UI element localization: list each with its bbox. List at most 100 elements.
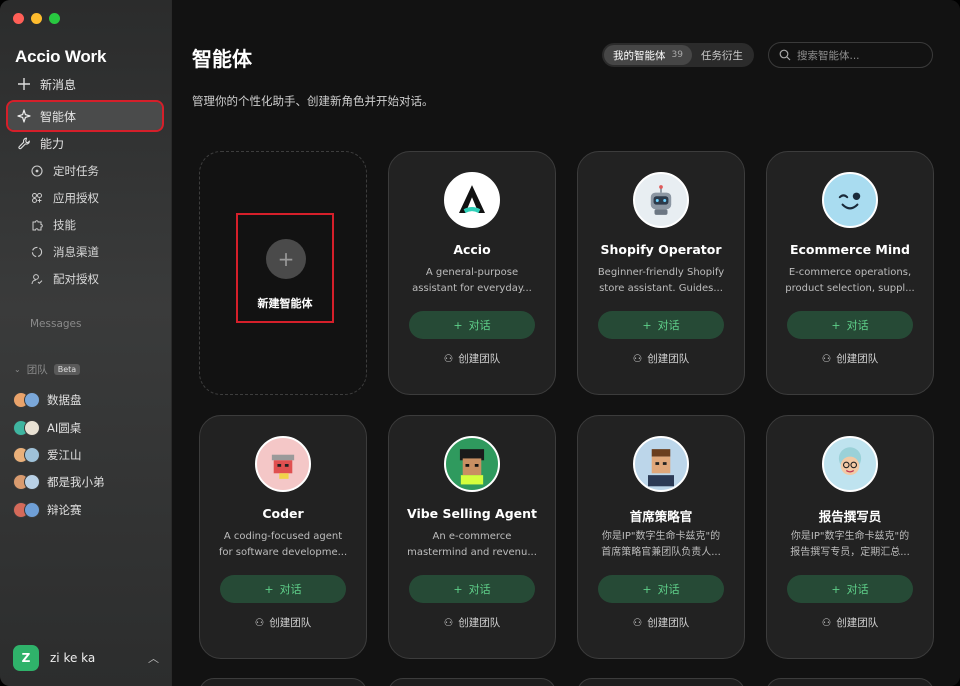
chat-label: 对话 [468, 319, 491, 332]
team-avatar [13, 502, 41, 518]
team-item[interactable]: 数据盘 [13, 389, 82, 411]
agent-name: Shopify Operator [600, 242, 722, 257]
new-agent-label: 新建智能体 [257, 297, 313, 310]
agent-card[interactable]: 首席策略官 你是IP"数字生命卡兹克"的 首席策略官兼团队负责人... + 对话 ⚇… [577, 415, 745, 659]
agent-description: A coding-focused agent for software devel… [218, 531, 348, 558]
create-team-label: 创建团队 [836, 353, 879, 365]
agent-description: E-commerce operations, product selection,… [785, 267, 915, 294]
team-section-header[interactable]: ⌄ 团队 Beta [14, 362, 81, 377]
chat-label: 对话 [657, 319, 680, 332]
create-team-button[interactable]: ⚇ 创建团队 [578, 615, 744, 630]
tab-label: 任务衍生 [700, 49, 743, 62]
team-item[interactable]: 都是我小弟 [13, 471, 105, 493]
brand-logo: Accio Work [15, 47, 107, 66]
sidebar-item-agents[interactable]: 智能体 [6, 100, 164, 132]
team-item[interactable]: 爱江山 [13, 444, 82, 466]
agent-card[interactable]: Coder A coding-focused agent for software… [199, 415, 367, 659]
nav-label: 能力 [40, 136, 65, 151]
team-label: 辩论赛 [47, 503, 82, 517]
sidebar-item-pairing[interactable]: 配对授权 [30, 267, 160, 291]
agent-card-partial[interactable] [199, 678, 367, 686]
sub-label: 定时任务 [53, 164, 99, 178]
agent-name: 报告撰写员 [818, 509, 882, 524]
coder-avatar-icon [255, 436, 311, 492]
sidebar-item-skills[interactable]: 技能 [30, 213, 160, 237]
nav-label: 新消息 [40, 77, 77, 92]
agent-card[interactable]: Ecommerce Mind E-commerce operations, pro… [766, 151, 934, 395]
sidebar-item-channels[interactable]: 消息渠道 [30, 240, 160, 264]
create-team-button[interactable]: ⚇ 创建团队 [767, 615, 933, 630]
agent-card-partial[interactable] [766, 678, 934, 686]
chat-button[interactable]: + 对话 [787, 575, 913, 603]
create-team-button[interactable]: ⚇ 创建团队 [578, 351, 744, 366]
plus-icon: + [642, 582, 652, 596]
plus-icon [16, 76, 32, 92]
user-name: zi ke ka [50, 651, 96, 665]
agent-description: 你是IP"数字生命卡兹克"的 报告撰写专员，定期汇总... [790, 531, 910, 558]
new-message-button[interactable]: 新消息 [8, 70, 162, 98]
team-label: 数据盘 [47, 393, 82, 407]
agent-card[interactable]: Shopify Operator Beginner-friendly Shopi… [577, 151, 745, 395]
maximize-window-button[interactable] [49, 13, 60, 24]
chevron-down-icon: ⌄ [14, 365, 21, 374]
tab-my-agents[interactable]: 我的智能体 39 [604, 45, 692, 65]
search-input[interactable]: 搜索智能体... [768, 42, 933, 68]
agent-card-partial[interactable] [388, 678, 556, 686]
agent-card[interactable]: 报告撰写员 你是IP"数字生命卡兹克"的 报告撰写专员，定期汇总... + 对话 ⚇… [766, 415, 934, 659]
writer-avatar-icon [822, 436, 878, 492]
chat-button[interactable]: + 对话 [598, 311, 724, 339]
agent-card-partial[interactable] [577, 678, 745, 686]
agent-name: Ecommerce Mind [789, 242, 911, 257]
messages-section-label: Messages [30, 318, 82, 330]
chat-button[interactable]: + 对话 [409, 311, 535, 339]
team-item[interactable]: 辩论赛 [13, 499, 82, 521]
sparkle-icon [16, 108, 32, 124]
window-controls [13, 13, 60, 24]
close-window-button[interactable] [13, 13, 24, 24]
team-item[interactable]: AI圆桌 [13, 417, 81, 439]
sidebar: Accio Work 新消息 智能体 能力 定时任务 应用授权 技能 消息渠道 … [0, 0, 172, 686]
agent-filter-tabs: 我的智能体 39 任务衍生 [602, 43, 754, 67]
team-avatar [13, 474, 41, 490]
sidebar-item-app-auth[interactable]: 应用授权 [30, 186, 160, 210]
plus-icon: + [831, 318, 841, 332]
user-icon: ⚇ [443, 616, 454, 629]
team-label: 都是我小弟 [47, 475, 105, 489]
team-label: AI圆桌 [47, 421, 82, 435]
create-team-button[interactable]: ⚇ 创建团队 [389, 351, 555, 366]
create-team-button[interactable]: ⚇ 创建团队 [767, 351, 933, 366]
main-content: 智能体 管理你的个性化助手、创建新角色并开始对话。 我的智能体 39 任务衍生 … [172, 0, 960, 686]
page-title: 智能体 [192, 47, 252, 71]
user-check-icon [30, 272, 44, 286]
new-agent-button[interactable]: + 新建智能体 [236, 213, 334, 323]
create-team-label: 创建团队 [269, 617, 312, 629]
user-icon: ⚇ [443, 352, 454, 365]
chat-label: 对话 [846, 319, 869, 332]
user-menu[interactable]: Z zi ke ka ︿ [13, 644, 159, 672]
avatar: Z [13, 645, 39, 671]
count-badge: 39 [671, 50, 683, 60]
sub-label: 应用授权 [53, 191, 99, 205]
team-avatar [13, 392, 41, 408]
user-icon: ⚇ [632, 352, 643, 365]
sidebar-item-abilities[interactable]: 能力 [8, 129, 162, 157]
agent-card[interactable]: Vibe Selling Agent An e-commerce mastermi… [388, 415, 556, 659]
tab-derived[interactable]: 任务衍生 [692, 45, 752, 65]
new-agent-card: + 新建智能体 [199, 151, 367, 395]
team-label: 爱江山 [47, 448, 82, 462]
create-team-label: 创建团队 [647, 617, 690, 629]
sub-label: 消息渠道 [53, 245, 99, 259]
agent-card[interactable]: Accio A general-purpose assistant for eve… [388, 151, 556, 395]
create-team-button[interactable]: ⚇ 创建团队 [200, 615, 366, 630]
chat-button[interactable]: + 对话 [220, 575, 346, 603]
plus-icon: + [642, 318, 652, 332]
chat-button[interactable]: + 对话 [598, 575, 724, 603]
app-window: Accio Work 新消息 智能体 能力 定时任务 应用授权 技能 消息渠道 … [0, 0, 960, 686]
agent-name: Vibe Selling Agent [406, 506, 538, 521]
minimize-window-button[interactable] [31, 13, 42, 24]
create-team-button[interactable]: ⚇ 创建团队 [389, 615, 555, 630]
sidebar-item-scheduled[interactable]: 定时任务 [30, 159, 160, 183]
chat-button[interactable]: + 对话 [409, 575, 535, 603]
chat-button[interactable]: + 对话 [787, 311, 913, 339]
create-team-label: 创建团队 [458, 617, 501, 629]
